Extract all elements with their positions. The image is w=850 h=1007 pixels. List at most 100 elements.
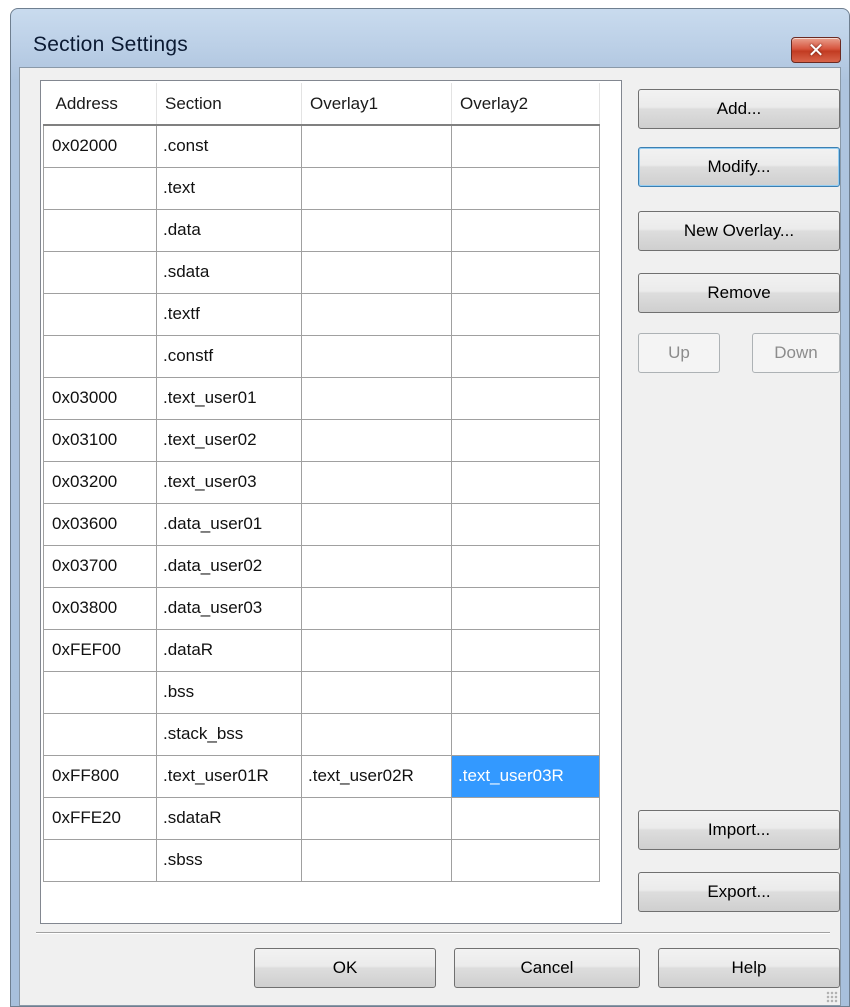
cell-address[interactable]: 0x03800 [43,586,157,630]
table-row[interactable]: 0x03700 .data_user02 [43,544,600,588]
cell-overlay2[interactable] [451,502,600,546]
cell-overlay2[interactable] [451,838,600,882]
cell-overlay2[interactable] [451,208,600,252]
cell-address[interactable]: 0xFF800 [43,754,157,798]
cell-address[interactable] [43,670,157,714]
cell-overlay2[interactable] [451,418,600,462]
cell-address[interactable] [43,250,157,294]
cell-overlay2[interactable] [451,292,600,336]
cell-section[interactable]: .text_user01R [156,754,302,798]
cell-overlay2[interactable] [451,250,600,294]
cell-section[interactable]: .textf [156,292,302,336]
column-header-overlay2[interactable]: Overlay2 [451,83,600,126]
export-button[interactable]: Export... [638,872,840,912]
cell-overlay2[interactable]: .text_user03R [451,754,600,798]
cell-overlay1[interactable] [301,208,452,252]
cell-address[interactable]: 0x03600 [43,502,157,546]
resize-grip[interactable] [826,991,838,1003]
table-row[interactable]: .stack_bss [43,712,600,756]
cell-overlay2[interactable] [451,544,600,588]
cell-overlay1[interactable] [301,670,452,714]
cell-overlay1[interactable] [301,418,452,462]
cell-section[interactable]: .sdataR [156,796,302,840]
section-grid[interactable]: Address Section Overlay1 Overlay2 0x0200… [40,80,622,924]
cell-address[interactable] [43,292,157,336]
cell-overlay2[interactable] [451,460,600,504]
table-row[interactable]: .text [43,166,600,210]
table-row[interactable]: 0x03200 .text_user03 [43,460,600,504]
cell-section[interactable]: .text_user02 [156,418,302,462]
cell-section[interactable]: .constf [156,334,302,378]
cell-overlay2[interactable] [451,166,600,210]
table-row[interactable]: 0x03000 .text_user01 [43,376,600,420]
cell-section[interactable]: .dataR [156,628,302,672]
table-row[interactable]: 0xFF800 .text_user01R .text_user02R .text_u… [43,754,600,798]
table-row[interactable]: .constf [43,334,600,378]
cell-overlay1[interactable] [301,124,452,168]
cell-address[interactable]: 0x03700 [43,544,157,588]
cell-section[interactable]: .sbss [156,838,302,882]
cell-address[interactable] [43,712,157,756]
cell-overlay1[interactable] [301,712,452,756]
column-header-section[interactable]: Section [156,83,302,126]
cell-overlay1[interactable] [301,334,452,378]
table-row[interactable]: .sdata [43,250,600,294]
cell-overlay2[interactable] [451,124,600,168]
cell-section[interactable]: .data_user01 [156,502,302,546]
cell-section[interactable]: .data [156,208,302,252]
ok-button[interactable]: OK [254,948,436,988]
cell-overlay1[interactable]: .text_user02R [301,754,452,798]
close-button[interactable]: ✕ [791,37,841,63]
table-row[interactable]: 0x03600 .data_user01 [43,502,600,546]
table-row[interactable]: .bss [43,670,600,714]
cell-overlay2[interactable] [451,628,600,672]
table-row[interactable]: 0xFFE20 .sdataR [43,796,600,840]
cell-section[interactable]: .data_user03 [156,586,302,630]
cell-overlay1[interactable] [301,796,452,840]
new-overlay-button[interactable]: New Overlay... [638,211,840,251]
cell-overlay1[interactable] [301,838,452,882]
cell-section[interactable]: .text_user01 [156,376,302,420]
cell-section[interactable]: .text [156,166,302,210]
cell-section[interactable]: .stack_bss [156,712,302,756]
cell-address[interactable]: 0xFFE20 [43,796,157,840]
down-button[interactable]: Down [752,333,840,373]
cell-overlay2[interactable] [451,670,600,714]
cell-overlay1[interactable] [301,502,452,546]
cell-address[interactable] [43,838,157,882]
cell-section[interactable]: .text_user03 [156,460,302,504]
cell-overlay1[interactable] [301,460,452,504]
cell-overlay1[interactable] [301,250,452,294]
cell-address[interactable] [43,334,157,378]
cell-section[interactable]: .data_user02 [156,544,302,588]
remove-button[interactable]: Remove [638,273,840,313]
cell-overlay2[interactable] [451,796,600,840]
cell-overlay2[interactable] [451,712,600,756]
cell-address[interactable]: 0x03200 [43,460,157,504]
table-row[interactable]: 0x02000 .const [43,124,600,168]
cell-overlay1[interactable] [301,544,452,588]
help-button[interactable]: Help [658,948,840,988]
cell-address[interactable]: 0x03000 [43,376,157,420]
cell-overlay1[interactable] [301,586,452,630]
table-row[interactable]: .sbss [43,838,600,882]
table-row[interactable]: 0xFEF00 .dataR [43,628,600,672]
cell-address[interactable] [43,208,157,252]
cell-overlay1[interactable] [301,292,452,336]
import-button[interactable]: Import... [638,810,840,850]
cell-overlay2[interactable] [451,376,600,420]
cell-overlay2[interactable] [451,334,600,378]
cell-section[interactable]: .bss [156,670,302,714]
table-row[interactable]: 0x03800 .data_user03 [43,586,600,630]
cell-overlay1[interactable] [301,628,452,672]
table-row[interactable]: .textf [43,292,600,336]
cell-section[interactable]: .const [156,124,302,168]
cell-overlay1[interactable] [301,166,452,210]
cell-address[interactable] [43,166,157,210]
add-button[interactable]: Add... [638,89,840,129]
up-button[interactable]: Up [638,333,720,373]
cell-section[interactable]: .sdata [156,250,302,294]
cell-address[interactable]: 0x02000 [43,124,157,168]
table-row[interactable]: 0x03100 .text_user02 [43,418,600,462]
column-header-address[interactable]: Address [43,83,157,126]
